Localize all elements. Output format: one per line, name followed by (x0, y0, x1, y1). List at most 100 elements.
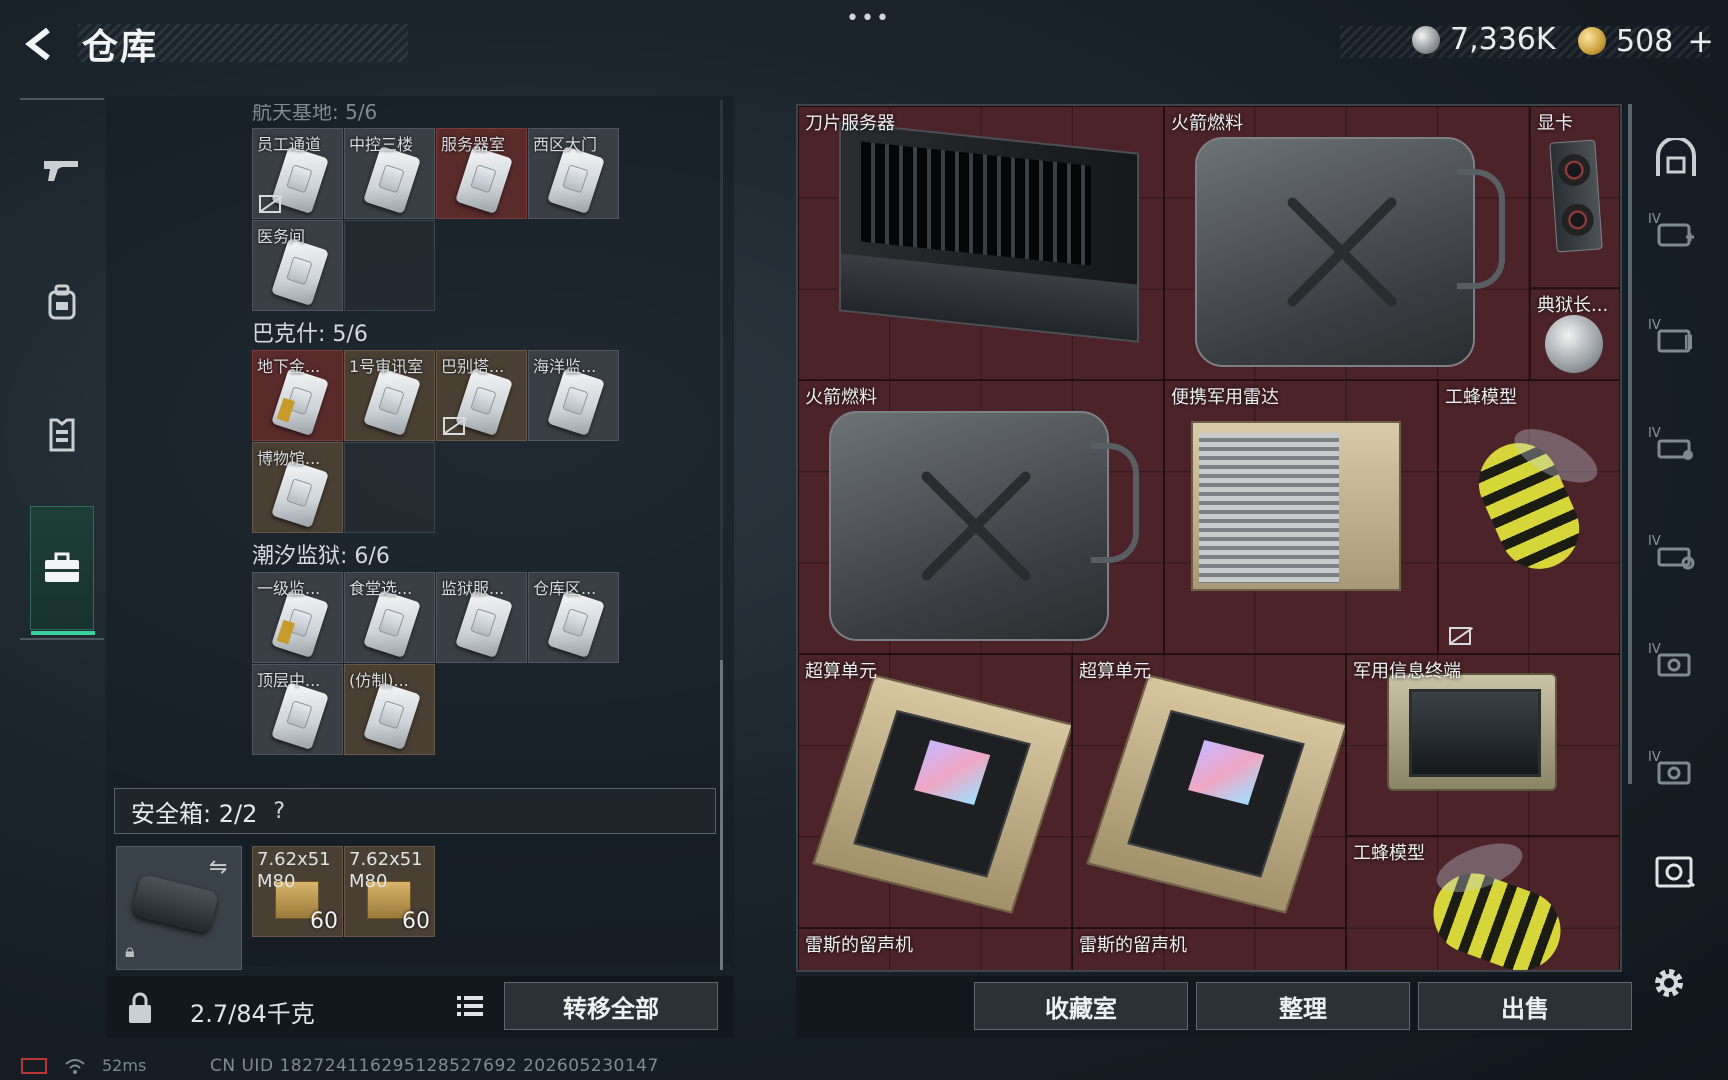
item-name: 典狱长... (1537, 295, 1609, 316)
expansion-case-tab[interactable] (1646, 312, 1706, 368)
gun-icon (44, 161, 78, 181)
key-card-label: 西区大门 (533, 135, 598, 154)
settings-button[interactable] (1646, 960, 1692, 1006)
tab-vest[interactable] (30, 402, 94, 466)
key-card-label: 地下金... (257, 357, 321, 376)
key-card-label: 医务间 (257, 227, 306, 246)
item-name: 火箭燃料 (1171, 113, 1243, 134)
sell-button[interactable]: 出售 (1418, 982, 1632, 1030)
more-menu-icon[interactable]: ••• (846, 6, 891, 31)
inventory-item[interactable]: 便携军用雷达 (1164, 380, 1438, 654)
inventory-item[interactable]: 典狱长... (1530, 288, 1620, 380)
expansion-case-tab[interactable] (1646, 636, 1706, 692)
key-card[interactable]: 服务器室 (436, 128, 527, 219)
key-card[interactable]: 食堂选... (344, 572, 435, 663)
gear-case-icon (1657, 547, 1695, 570)
inventory-item[interactable]: 显卡 (1530, 106, 1620, 288)
key-card[interactable]: 海洋监... (528, 350, 619, 441)
key-card-label: 巴别塔... (441, 357, 505, 376)
key-card[interactable]: (仿制)... (344, 664, 435, 755)
inventory-item[interactable]: 火箭燃料 (1164, 106, 1530, 380)
item-name: 火箭燃料 (805, 387, 877, 408)
inventory-item[interactable]: 超算单元 (798, 654, 1072, 928)
swap-icon[interactable]: ⇋ (209, 855, 227, 880)
keycard-icon (547, 589, 605, 659)
key-card[interactable]: 西区大门 (528, 128, 619, 219)
tab-backpack[interactable] (30, 270, 94, 334)
list-view-button[interactable] (450, 984, 490, 1028)
expansion-case-tab[interactable] (1646, 206, 1706, 262)
inventory-item[interactable]: 火箭燃料 (798, 380, 1164, 654)
warden-badge-icon (1545, 315, 1603, 373)
key-card[interactable]: 员工通道 (252, 128, 343, 219)
jerrycan-icon (829, 411, 1139, 641)
back-button[interactable] (20, 22, 60, 66)
item-name: 超算单元 (805, 661, 877, 682)
currency-gold[interactable]: 508 + (1578, 22, 1714, 60)
key-card-label: 中控三楼 (349, 135, 414, 154)
key-card[interactable]: 监狱服... (436, 572, 527, 663)
tab-storage[interactable] (30, 506, 95, 635)
expansion-case-tab[interactable] (1646, 420, 1706, 476)
key-card[interactable]: 地下金... (252, 350, 343, 441)
tab-weapons[interactable] (30, 138, 94, 202)
ammo-item[interactable]: 7.62x51 M80 60 (252, 846, 343, 937)
key-card[interactable]: 博物馆... (252, 442, 343, 533)
lock-icon: 🔒︎ (125, 941, 135, 962)
ping-readout: 52ms (102, 1056, 147, 1075)
gear-icon (1655, 969, 1683, 997)
bee-model-icon (1466, 430, 1592, 582)
key-card[interactable]: 仓库区... (528, 572, 619, 663)
transfer-all-button[interactable]: 转移全部 (504, 982, 718, 1030)
left-scrollbar[interactable] (720, 100, 723, 970)
sort-button[interactable]: 整理 (1196, 982, 1410, 1030)
left-scrollbar-thumb[interactable] (720, 660, 723, 970)
empty-key-slot[interactable] (344, 220, 435, 311)
key-card[interactable]: 一级监... (252, 572, 343, 663)
expansion-case-tab-active[interactable] (1646, 844, 1706, 900)
key-card-label: 食堂选... (349, 579, 413, 598)
keycard-icon (363, 145, 421, 215)
inventory-item[interactable]: 工蜂模型 (1438, 380, 1620, 654)
blade-server-icon (839, 121, 1139, 343)
key-card-label: 海洋监... (533, 357, 597, 376)
item-name: 军用信息终端 (1353, 661, 1461, 682)
add-currency-button[interactable]: + (1687, 22, 1714, 60)
inventory-item[interactable]: 工蜂模型 (1346, 836, 1620, 970)
inventory-grid[interactable]: 刀片服务器 火箭燃料 显卡 典狱长... 火箭燃料 便携军用雷达 工蜂模型 超算… (798, 106, 1620, 970)
device-icon (21, 1057, 47, 1074)
key-card[interactable]: 巴别塔... (436, 350, 527, 441)
safe-box-slot[interactable]: ⇋ 🔒︎ (116, 846, 242, 970)
key-card[interactable]: 医务间 (252, 220, 343, 311)
help-button[interactable]: ? (273, 799, 285, 824)
empty-key-slot[interactable] (344, 442, 435, 533)
inventory-item[interactable]: 超算单元 (1072, 654, 1346, 928)
key-card[interactable]: 中控三楼 (344, 128, 435, 219)
group-title-tidal-prison: 潮汐监狱: 6/6 (252, 544, 390, 569)
gold-amount: 508 (1616, 23, 1674, 59)
expansion-case-tab[interactable] (1646, 528, 1706, 584)
wifi-icon (65, 1058, 85, 1074)
storage-main-tab[interactable] (1646, 130, 1706, 186)
inventory-item[interactable]: 军用信息终端 (1346, 654, 1620, 836)
expansion-case-tab[interactable] (1646, 744, 1706, 800)
key-card[interactable]: 1号审讯室 (344, 350, 435, 441)
right-sidebar: IV IV IV IV IV IV (1634, 104, 1718, 934)
key-grid-tidal-prison: 一级监... 食堂选... 监狱服... 仓库区... 顶层中... (仿制).… (252, 572, 619, 755)
collection-room-button[interactable]: 收藏室 (974, 982, 1188, 1030)
safe-box-header: 安全箱: 2/2 ? (114, 788, 716, 834)
inventory-item[interactable]: 刀片服务器 (798, 106, 1164, 380)
inventory-item[interactable]: 雷斯的留声机 (798, 928, 1072, 970)
left-sidebar (20, 98, 104, 640)
key-card-label: (仿制)... (349, 671, 409, 690)
inventory-scrollbar[interactable] (1628, 104, 1632, 784)
ammo-item[interactable]: 7.62x51 M80 60 (344, 846, 435, 937)
key-grid-bakhsh: 地下金... 1号审讯室 巴别塔... 海洋监... 博物馆... (252, 350, 619, 533)
keycard-icon (271, 681, 329, 751)
top-bar: 仓库 ••• 7,336K 508 + (0, 0, 1728, 90)
safe-box-label: 安全箱: 2/2 (131, 799, 258, 828)
key-card[interactable]: 顶层中... (252, 664, 343, 755)
bee-model-icon (1422, 862, 1572, 970)
inventory-item[interactable]: 雷斯的留声机 (1072, 928, 1346, 970)
safe-case-icon (131, 873, 219, 935)
